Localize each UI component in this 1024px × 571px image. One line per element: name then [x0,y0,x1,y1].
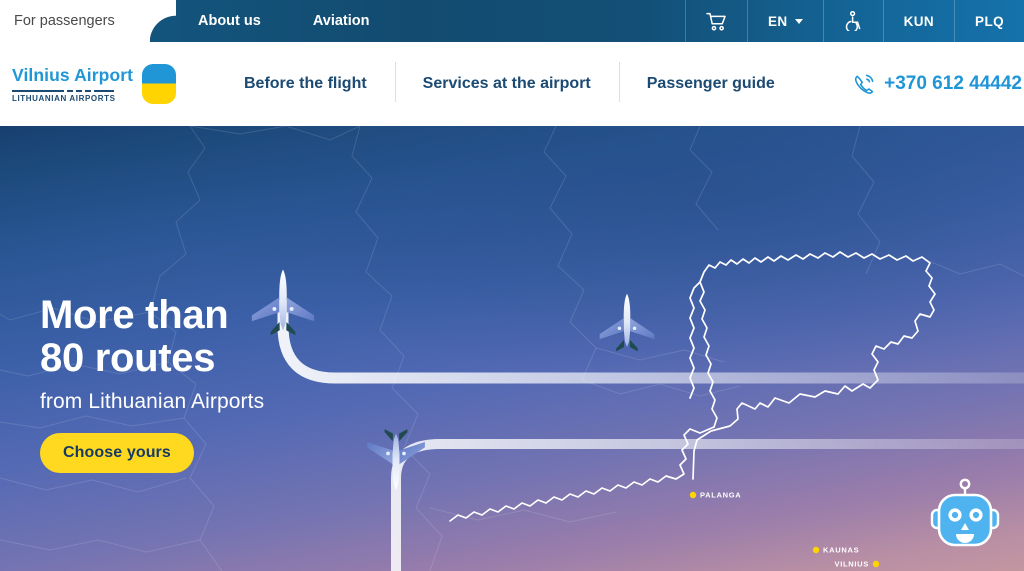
chevron-down-icon [794,18,803,24]
tab-about-us[interactable]: About us [172,0,287,42]
language-selector[interactable]: EN [747,0,823,42]
hero-title-line1: More than [40,293,229,337]
logo-sub-wrap: LITHUANIAN AIRPORTS [12,90,124,103]
choose-yours-button[interactable]: Choose yours [40,433,194,474]
lithuanian-airports-flag-icon [142,64,177,104]
tab-aviation[interactable]: Aviation [287,0,396,42]
main-navigation: Before the flight Services at the airpor… [216,62,803,102]
phone-call-icon [855,74,874,94]
nav-before-the-flight[interactable]: Before the flight [216,76,395,92]
hero-title-line2: 80 routes [40,336,216,381]
language-label: EN [768,13,788,29]
shopping-cart-icon [706,12,726,31]
logo-dashes [12,90,124,92]
phone-number: +370 612 44442 [884,73,1022,94]
airport-link-plq[interactable]: PLQ [954,0,1024,42]
tab-for-passengers[interactable]: For passengers [0,0,150,42]
hero-subtitle: from Lithuanian Airports [40,390,265,414]
chatbot-button[interactable] [928,477,1002,557]
airplane-2 [599,293,655,352]
logo-name: Vilnius Airport [12,65,134,86]
cart-button[interactable] [685,0,747,42]
airplane-3 [367,429,425,490]
top-tab-group: About us Aviation [172,0,396,42]
top-utility-bar: For passengers About us Aviation EN KUN … [0,0,1024,42]
page-root: For passengers About us Aviation EN KUN … [0,0,1024,571]
tab-for-passengers-label: For passengers [14,13,115,29]
chatbot-robot-icon [930,478,1000,547]
airport-link-kun[interactable]: KUN [882,0,954,42]
wheelchair-accessibility-icon [845,11,860,31]
top-right-group: EN KUN PLQ [685,0,1024,42]
nav-passenger-guide[interactable]: Passenger guide [618,62,803,102]
site-logo[interactable]: Vilnius Airport LITHUANIAN AIRPORTS [0,64,200,104]
phone-link[interactable]: +370 612 44442 [853,73,1024,95]
logo-text-block: Vilnius Airport LITHUANIAN AIRPORTS [12,65,133,103]
logo-subtitle: LITHUANIAN AIRPORTS [12,93,116,103]
hero-banner: PALANGA KAUNAS VILNIUS More than 80 rout… [0,126,1024,571]
accessibility-button[interactable] [822,0,883,42]
nav-services-at-the-airport[interactable]: Services at the airport [394,62,619,102]
site-header: Vilnius Airport LITHUANIAN AIRPORTS Befo… [0,42,1024,126]
hero-copy: More than 80 routes from Lithuanian Airp… [40,293,265,474]
